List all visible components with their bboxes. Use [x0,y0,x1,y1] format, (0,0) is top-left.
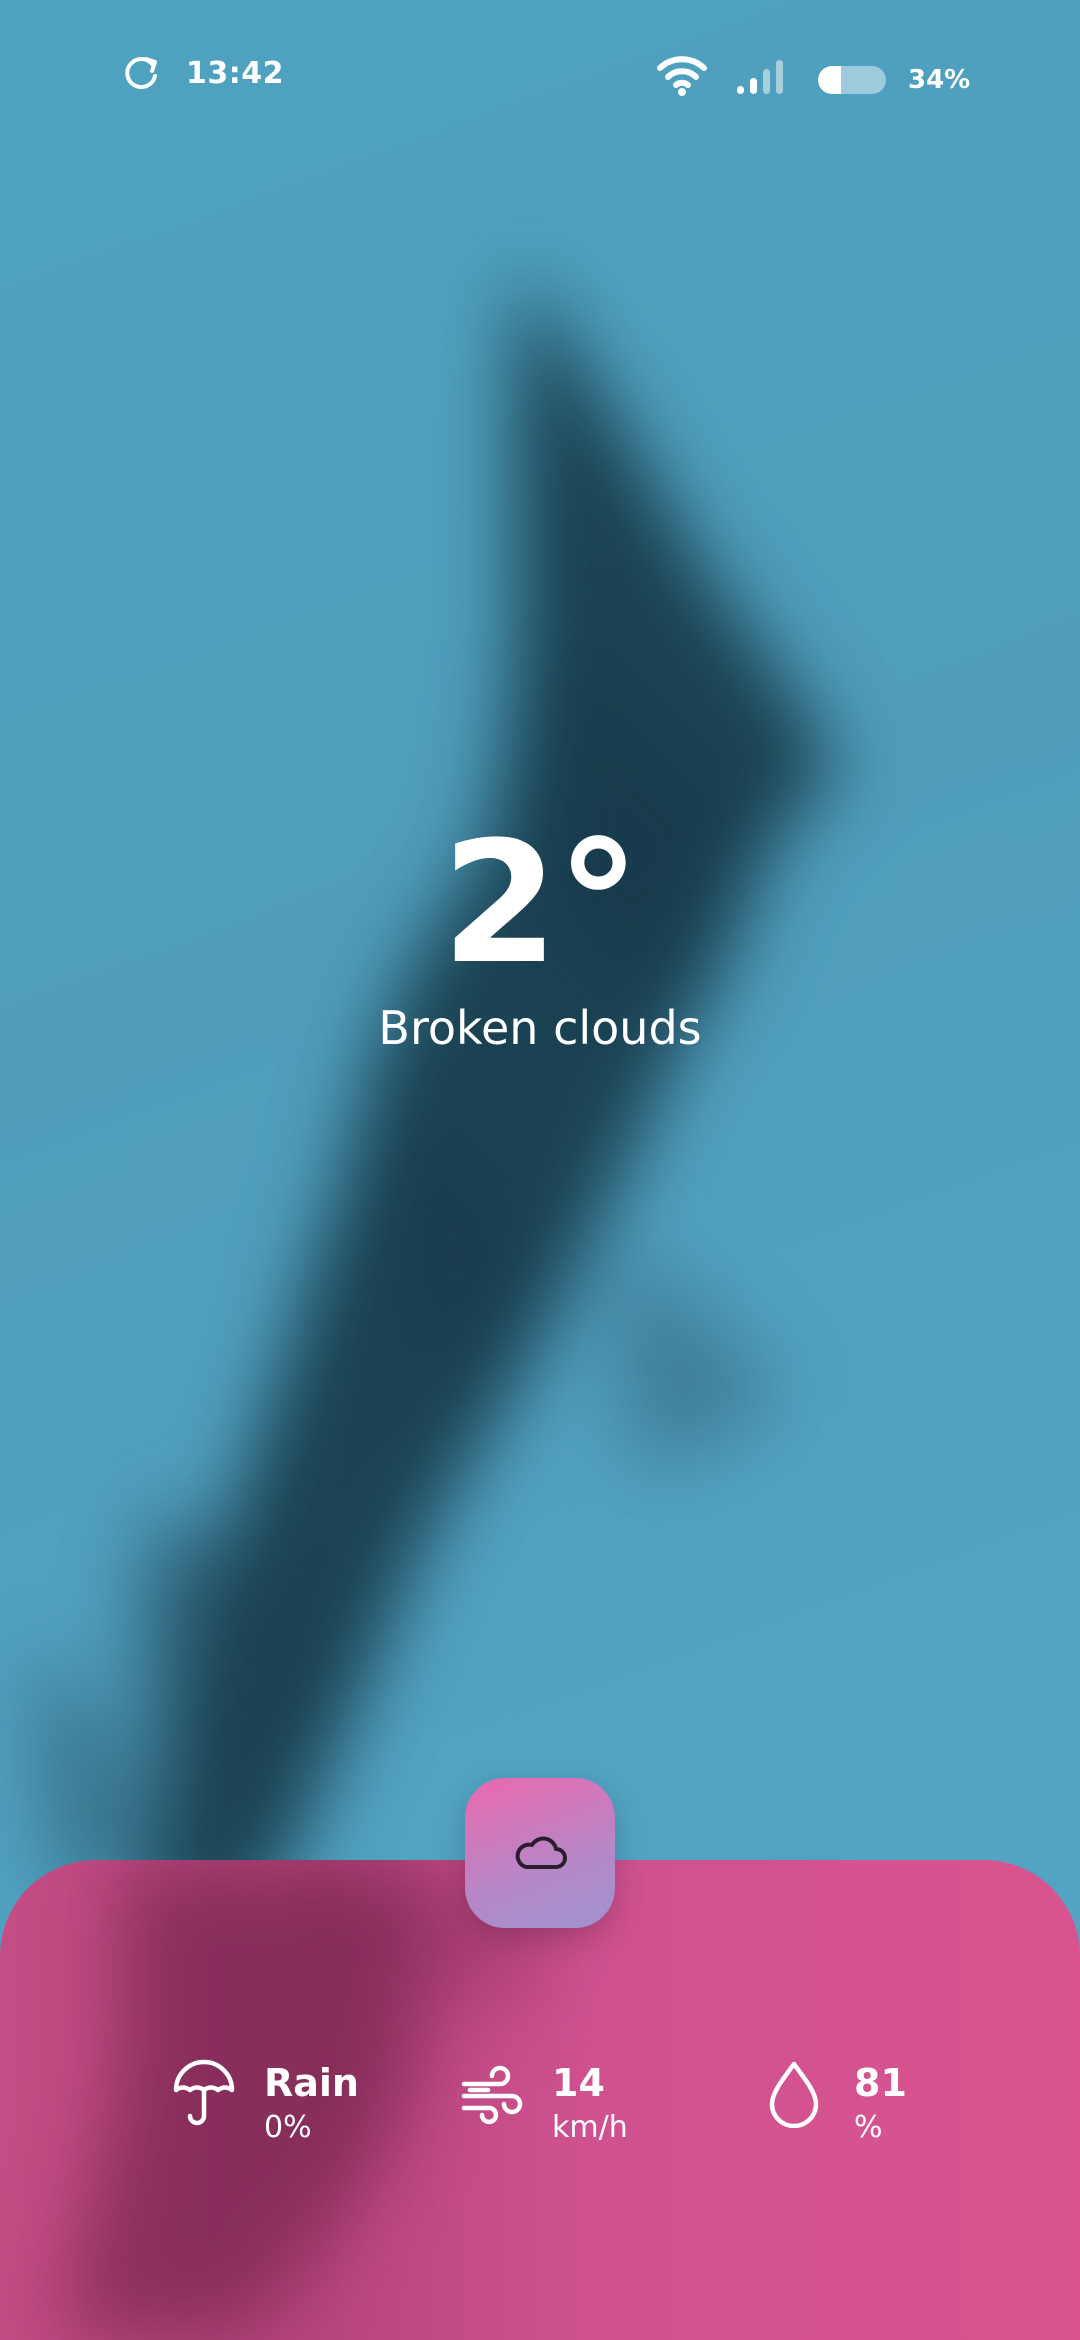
stat-humidity: 81 % [762,2058,962,2148]
cloud-icon [515,1836,567,1869]
weather-condition: Broken clouds [378,1001,702,1055]
stat-humidity-value: 81 [854,2061,907,2105]
signal-icon [737,60,783,94]
battery-percent: 34% [908,65,971,95]
umbrella-icon [173,2059,235,2126]
wifi-icon [657,56,707,96]
weather-screen: 13:42 34% 2° Broken clouds Rain 0% 14 km… [0,0,1080,2340]
status-time: 13:42 [186,56,284,91]
stat-wind-unit: km/h [552,2110,628,2145]
stat-wind: 14 km/h [460,2058,660,2148]
stat-wind-value: 14 [552,2061,605,2105]
droplet-icon [769,2061,819,2128]
wind-icon [461,2065,523,2125]
stat-humidity-unit: % [854,2110,883,2145]
temperature: 2° [441,805,641,1001]
refresh-icon[interactable] [122,54,162,94]
weather-type-button[interactable] [465,1778,615,1928]
battery-indicator [818,66,886,94]
status-bar: 13:42 34% [0,0,1080,150]
stat-rain: Rain 0% [172,2058,372,2148]
stat-rain-unit: 0% [264,2110,312,2145]
stat-rain-value: Rain [264,2061,359,2105]
battery-fill [818,66,842,94]
